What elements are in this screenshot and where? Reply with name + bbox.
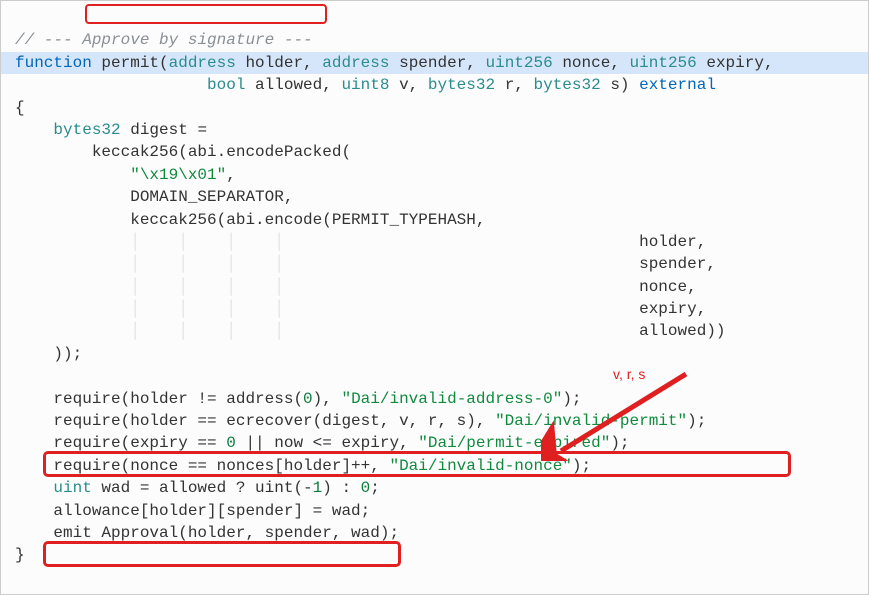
open-brace: { [15, 99, 25, 117]
comment-pre: // --- [15, 31, 82, 49]
code-block: // --- Approve by signature --- function… [1, 1, 868, 573]
eip191-prefix: "\x19\x01" [130, 166, 226, 184]
require-expiry: require(expiry == 0 || now <= expiry, "D… [15, 434, 630, 452]
function-signature-line2: bool allowed, uint8 v, bytes32 r, bytes3… [15, 76, 716, 94]
kw-function: function [15, 54, 92, 72]
require-address0: require(holder != address(0), "Dai/inval… [15, 390, 582, 408]
comment-mid: Approve by signature [82, 31, 274, 49]
annotation-vrs-label: v, r, s [613, 365, 645, 385]
require-nonce: require(nonce == nonces[holder]++, "Dai/… [15, 457, 591, 475]
comment-post: --- [274, 31, 312, 49]
wad-assign: uint wad = allowed ? uint(-1) : 0; [15, 479, 380, 497]
require-ecrecover: require(holder == ecrecover(digest, v, r… [15, 412, 706, 430]
allowance-assign: allowance[holder][spender] = wad; [15, 502, 370, 520]
code-screenshot: // --- Approve by signature --- function… [0, 0, 869, 595]
keccak-outer: keccak256(abi.encodePacked( [15, 143, 351, 161]
domain-separator: DOMAIN_SEPARATOR, [15, 188, 293, 206]
close-brace: } [15, 546, 25, 564]
function-signature-line1: function permit(address holder, address … [1, 52, 868, 74]
keccak-inner: keccak256(abi.encode(PERMIT_TYPEHASH, [15, 211, 485, 229]
emit-approval: emit Approval(holder, spender, wad); [15, 524, 399, 542]
